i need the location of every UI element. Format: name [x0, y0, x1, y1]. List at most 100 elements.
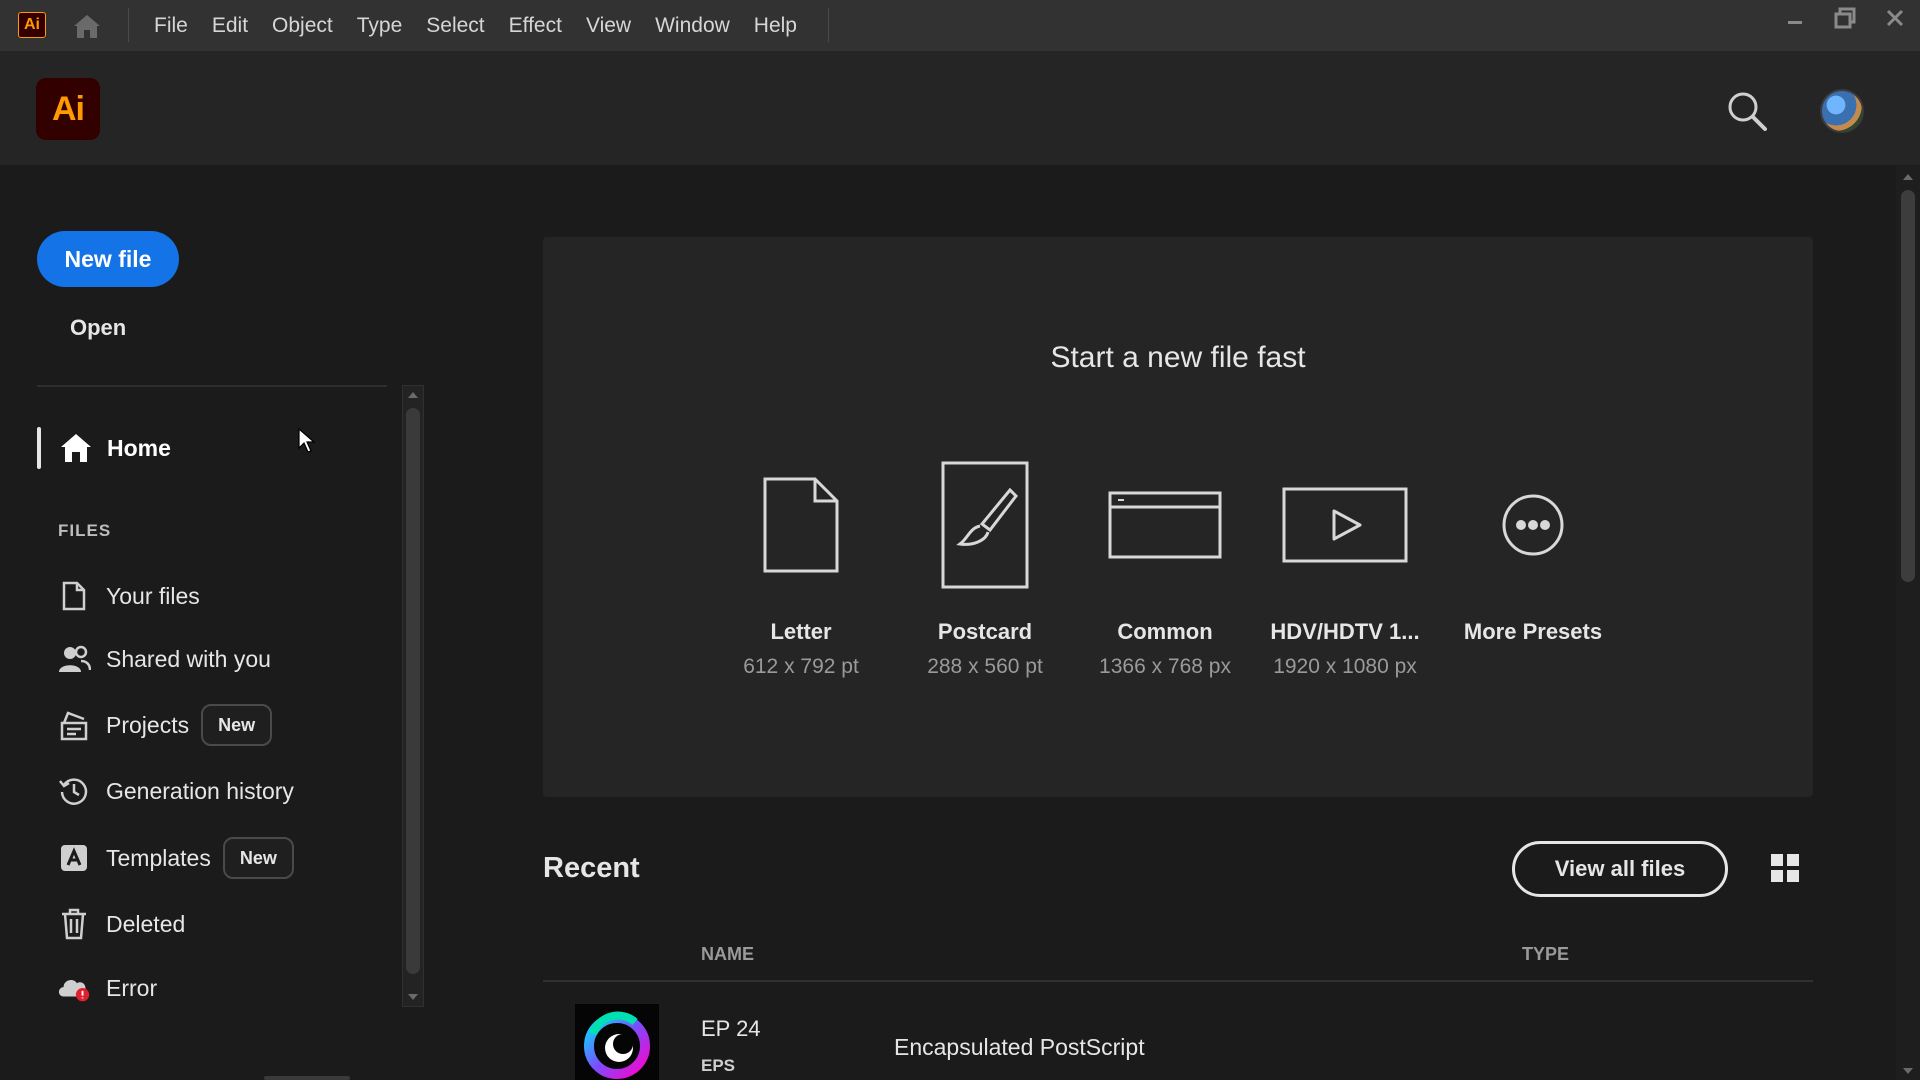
sidebar-item-label: Error: [106, 974, 158, 1001]
preset-name: HDV/HDTV 1...: [1270, 619, 1420, 644]
sidebar-item-label: Generation history: [106, 777, 294, 804]
postcard-brush-icon: [895, 455, 1075, 595]
sidebar-item-label: Your files: [106, 582, 200, 609]
file-extension: EPS: [701, 1056, 736, 1075]
sidebar-item-home[interactable]: Home: [37, 425, 387, 471]
sidebar-item-projects[interactable]: Projects New: [56, 702, 386, 748]
preset-size: 288 x 560 pt: [927, 655, 1043, 678]
main-scrollbar[interactable]: [1896, 166, 1920, 1080]
new-file-button[interactable]: New file: [37, 231, 179, 287]
preset-size: 1920 x 1080 px: [1273, 655, 1417, 678]
file-thumbnail: [575, 1004, 659, 1080]
preset-name: Postcard: [937, 619, 1033, 644]
restore-icon: [1834, 7, 1856, 29]
quick-start-title: Start a new file fast: [1050, 341, 1306, 374]
more-icon: [1443, 455, 1623, 595]
sidebar-item-your-files[interactable]: Your files: [56, 573, 386, 619]
grid-view-icon[interactable]: [1770, 853, 1800, 883]
files-section-heading: FILES: [58, 521, 112, 540]
menu-edit[interactable]: Edit: [200, 6, 260, 46]
video-play-icon: [1255, 455, 1435, 595]
menu-list: File Edit Object Type Select Effect View…: [142, 0, 809, 51]
scrollbar-thumb[interactable]: [1901, 190, 1915, 582]
user-avatar[interactable]: [1820, 89, 1864, 133]
menu-select[interactable]: Select: [414, 6, 496, 46]
minimize-icon: [1788, 21, 1802, 24]
recent-heading: Recent: [543, 852, 640, 884]
history-icon: [56, 773, 92, 809]
scrollbar-thumb[interactable]: [406, 408, 420, 974]
mouse-cursor-icon: [298, 427, 316, 459]
sidebar-item-label: Shared with you: [106, 645, 271, 672]
sidebar-item-templates[interactable]: Templates New: [56, 835, 386, 881]
scroll-up-icon[interactable]: [1903, 174, 1913, 180]
file-type: Encapsulated PostScript: [894, 1034, 1145, 1060]
sidebar-item-deleted[interactable]: Deleted: [56, 901, 386, 947]
home-icon[interactable]: [70, 12, 104, 40]
column-header-type[interactable]: TYPE: [1522, 944, 1569, 965]
close-button[interactable]: [1870, 0, 1920, 36]
scroll-down-icon[interactable]: [408, 994, 418, 1000]
open-button[interactable]: Open: [70, 315, 126, 341]
sidebar-item-label: Deleted: [106, 910, 186, 937]
trash-icon: [56, 906, 92, 942]
search-icon[interactable]: [1726, 90, 1768, 132]
file-icon: [56, 578, 92, 614]
sidebar-item-generation-history[interactable]: Generation history: [56, 768, 386, 814]
preset-name: More Presets: [1463, 619, 1603, 644]
users-icon: [56, 641, 92, 677]
resize-handle[interactable]: [264, 1076, 350, 1080]
scroll-down-icon[interactable]: [1903, 1068, 1913, 1074]
sidebar-item-label: Projects: [106, 711, 190, 738]
menu-view[interactable]: View: [574, 6, 643, 46]
preset-name: Common: [1117, 619, 1213, 644]
projects-icon: [56, 707, 92, 743]
sidebar-scrollbar[interactable]: [402, 385, 424, 1007]
preset-postcard[interactable]: Postcard 288 x 560 pt: [895, 455, 1075, 679]
menu-divider-end: [828, 8, 829, 42]
restore-button[interactable]: [1820, 0, 1870, 36]
sidebar-item-error[interactable]: Error: [56, 965, 386, 1011]
file-name: EP 24: [701, 1016, 761, 1041]
templates-icon: [56, 840, 92, 876]
preset-letter[interactable]: Letter 612 x 792 pt: [711, 455, 891, 679]
preset-size: 1366 x 768 px: [1099, 655, 1231, 678]
preset-more[interactable]: More Presets: [1443, 455, 1623, 645]
new-badge: New: [222, 837, 294, 879]
menu-bar: Ai File Edit Object Type Select Effect V…: [0, 0, 1920, 51]
sidebar-item-label: Templates: [106, 844, 211, 871]
new-badge: New: [201, 704, 273, 746]
menu-file[interactable]: File: [142, 6, 200, 46]
preset-common[interactable]: Common 1366 x 768 px: [1075, 455, 1255, 679]
active-indicator: [37, 427, 41, 469]
close-icon: [1886, 9, 1904, 27]
table-divider: [543, 980, 1813, 982]
preset-name: Letter: [770, 619, 832, 644]
menu-effect[interactable]: Effect: [497, 6, 574, 46]
preset-hdv-hdtv[interactable]: HDV/HDTV 1... 1920 x 1080 px: [1255, 455, 1435, 679]
column-header-name[interactable]: NAME: [701, 944, 754, 965]
menu-window[interactable]: Window: [643, 6, 742, 46]
quick-start-panel: Start a new file fast Letter 612 x 792 p…: [543, 237, 1813, 797]
menu-type[interactable]: Type: [345, 6, 415, 46]
illustrator-logo: Ai: [36, 78, 100, 140]
app-logo-small: Ai: [18, 12, 46, 38]
window-controls: [1770, 0, 1920, 36]
app-header: Ai: [0, 51, 1920, 166]
sidebar-divider: [37, 385, 387, 387]
sidebar-item-shared-with-you[interactable]: Shared with you: [56, 636, 386, 682]
browser-window-icon: [1075, 455, 1255, 595]
illustrator-home-window: Ai File Edit Object Type Select Effect V…: [0, 0, 1920, 1080]
view-all-files-button[interactable]: View all files: [1512, 841, 1728, 897]
recent-file-row[interactable]: EP 24 EPS Encapsulated PostScript: [543, 990, 1813, 1080]
home-icon: [61, 434, 91, 462]
cloud-error-icon: [56, 970, 92, 1006]
letter-doc-icon: [711, 455, 891, 595]
sidebar-item-label: Home: [107, 434, 171, 461]
menu-help[interactable]: Help: [742, 6, 809, 46]
scroll-up-icon[interactable]: [408, 392, 418, 398]
minimize-button[interactable]: [1770, 0, 1820, 36]
menu-divider: [128, 8, 129, 42]
preset-size: 612 x 792 pt: [743, 655, 859, 678]
menu-object[interactable]: Object: [260, 6, 345, 46]
